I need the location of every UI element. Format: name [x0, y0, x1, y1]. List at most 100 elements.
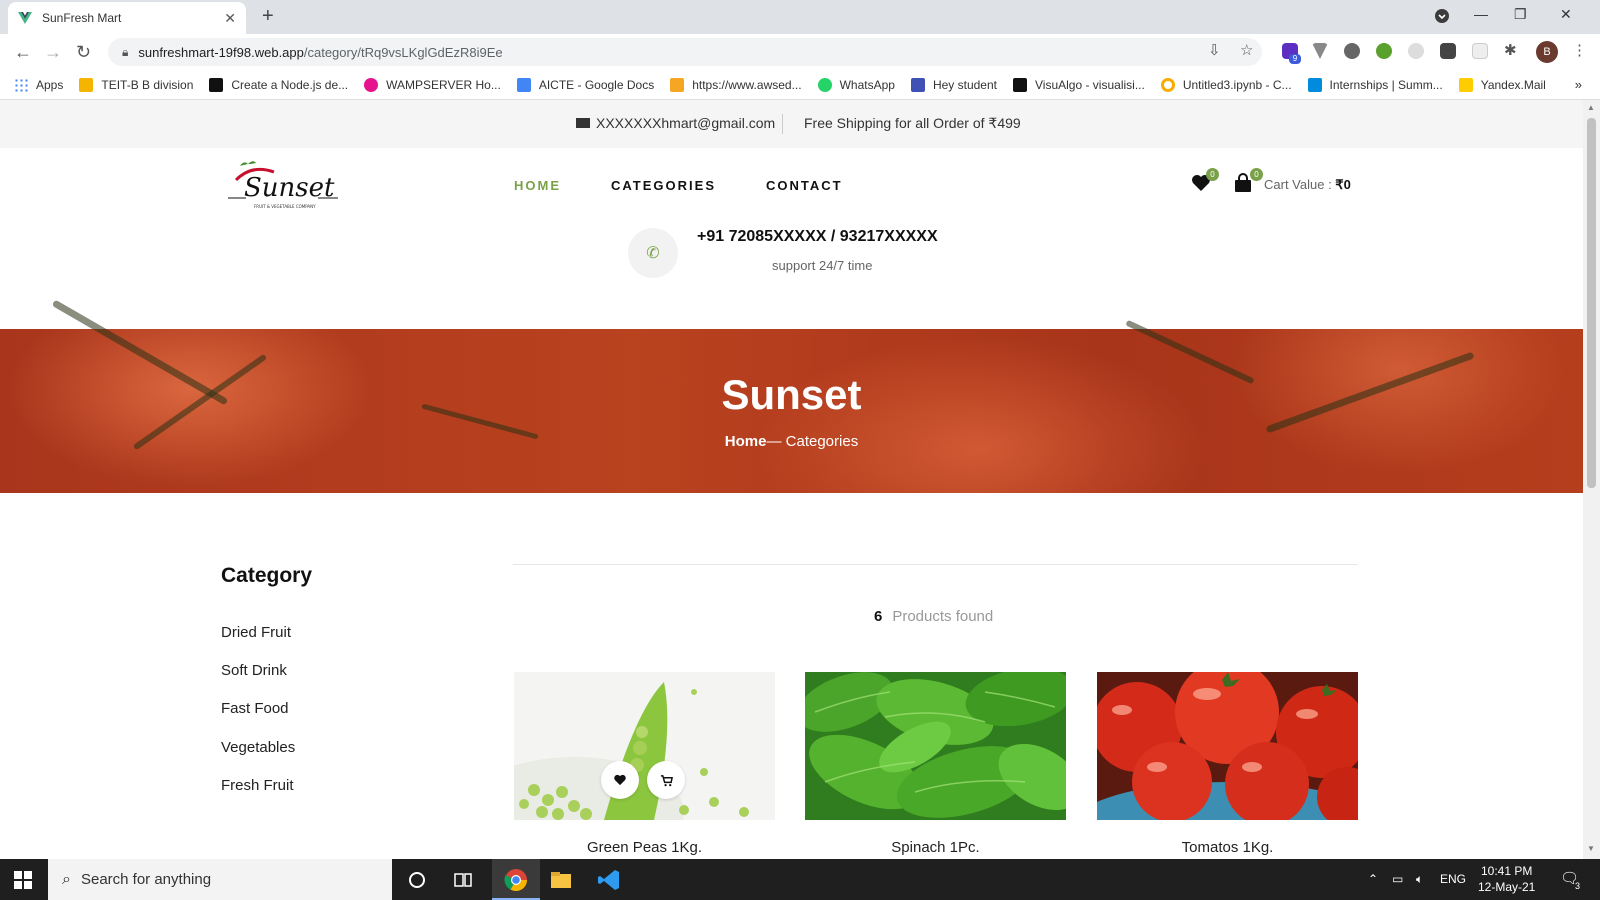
- cart-value[interactable]: Cart Value : ₹0: [1264, 177, 1351, 193]
- scrollbar-thumb[interactable]: [1587, 118, 1596, 488]
- bookmark-hey-student[interactable]: Hey student: [910, 77, 997, 92]
- hero-banner: Sunset Home— Categories: [0, 299, 1583, 493]
- bookmark-label: VisuAlgo - visualisi...: [1035, 77, 1145, 92]
- classroom-icon: [79, 77, 94, 92]
- bookmark-label: Yandex.Mail: [1480, 77, 1546, 92]
- main-nav: HOME CATEGORIES CONTACT: [514, 178, 893, 193]
- extensions-puzzle-icon[interactable]: ✱: [1504, 41, 1517, 59]
- site-logo[interactable]: Sunset FRUIT & VEGETABLE COMPANY: [222, 158, 342, 214]
- vscode-icon[interactable]: [596, 867, 622, 893]
- taskbar-chrome[interactable]: [492, 859, 540, 900]
- lock-icon: 🔒︎: [122, 44, 129, 59]
- bookmark-aicte[interactable]: AICTE - Google Docs: [516, 77, 654, 92]
- chrome-menu-icon[interactable]: ⋮: [1572, 41, 1587, 59]
- bookmark-internships[interactable]: Internships | Summ...: [1307, 77, 1443, 92]
- pen-extension-icon[interactable]: [1440, 43, 1456, 59]
- browser-tab[interactable]: SunFresh Mart ✕: [8, 2, 246, 34]
- blank-extension-icon[interactable]: [1472, 43, 1488, 59]
- profile-avatar[interactable]: B: [1536, 41, 1558, 63]
- bookmark-awsed[interactable]: https://www.awsed...: [670, 77, 802, 92]
- product-name[interactable]: Tomatos 1Kg.: [1097, 839, 1358, 856]
- url-path: /category/tRq9vsLKglGdEzR8i9Ee: [303, 44, 503, 60]
- contact-email-text: XXXXXXXhmart@gmail.com: [596, 115, 776, 131]
- tab-search-icon[interactable]: [1434, 8, 1450, 27]
- mail-icon: [1458, 77, 1473, 92]
- bookmark-star-icon[interactable]: ☆: [1240, 41, 1253, 59]
- top-info-bar: XXXXXXXhmart@gmail.com Free Shipping for…: [0, 100, 1583, 148]
- phone-icon: ✆: [628, 228, 678, 278]
- address-bar[interactable]: 🔒︎ sunfreshmart-19f98.web.app/category/t…: [108, 38, 1262, 66]
- clock-time: 10:41 PM: [1480, 864, 1533, 878]
- category-link-fast-food[interactable]: Fast Food: [221, 700, 289, 717]
- section-divider: [513, 564, 1358, 565]
- category-link-dried-fruit[interactable]: Dried Fruit: [221, 624, 291, 641]
- file-explorer-icon[interactable]: [548, 867, 574, 893]
- taskbar-clock[interactable]: 10:41 PM 12-May-21: [1478, 863, 1535, 895]
- codepen-icon: [209, 77, 224, 92]
- tray-overflow-icon[interactable]: ⌃: [1368, 872, 1378, 886]
- page-scrollbar[interactable]: ▲ ▼: [1583, 100, 1600, 859]
- breadcrumb: Home— Categories: [0, 433, 1583, 450]
- add-to-cart-button[interactable]: [647, 761, 685, 799]
- bookmark-label: Hey student: [932, 77, 997, 92]
- dark-mode-icon[interactable]: [1344, 43, 1360, 59]
- breadcrumb-home[interactable]: Home: [725, 433, 767, 450]
- network-icon[interactable]: ▭: [1392, 872, 1403, 886]
- category-link-fresh-fruit[interactable]: Fresh Fruit: [221, 777, 294, 794]
- nav-contact[interactable]: CONTACT: [766, 178, 843, 193]
- url-domain: sunfreshmart-19f98.web.app: [138, 44, 304, 60]
- restore-icon[interactable]: ❐: [1514, 6, 1527, 23]
- product-name[interactable]: Spinach 1Pc.: [805, 839, 1066, 856]
- bookmarks-overflow-icon[interactable]: »: [1575, 77, 1582, 92]
- browser-tab-strip: SunFresh Mart ✕ + — ❐ ✕: [0, 0, 1600, 34]
- windows-start-icon[interactable]: [14, 871, 32, 889]
- minimize-icon[interactable]: —: [1474, 6, 1488, 22]
- task-view-icon[interactable]: [450, 867, 476, 893]
- product-image-tomatoes[interactable]: [1097, 672, 1358, 820]
- reload-icon[interactable]: ↻: [76, 42, 91, 63]
- category-link-soft-drink[interactable]: Soft Drink: [221, 662, 287, 679]
- bookmark-yandex[interactable]: Yandex.Mail: [1458, 77, 1546, 92]
- back-icon[interactable]: ←: [14, 42, 32, 63]
- forward-icon[interactable]: →: [44, 42, 62, 63]
- shopping-cart-icon: [660, 774, 673, 786]
- bookmark-label: Internships | Summ...: [1329, 77, 1443, 92]
- bookmark-apps[interactable]: Apps: [14, 77, 63, 92]
- page-viewport: XXXXXXXhmart@gmail.com Free Shipping for…: [0, 100, 1583, 859]
- phone-number: +91 72085XXXXX / 93217XXXXX: [697, 228, 938, 245]
- bookmark-whatsapp[interactable]: WhatsApp: [817, 77, 895, 92]
- support-hours: support 24/7 time: [772, 258, 873, 273]
- window-close-icon[interactable]: ✕: [1560, 6, 1572, 23]
- bookmark-visualgo[interactable]: VisuAlgo - visualisi...: [1013, 77, 1145, 92]
- product-image-green-peas[interactable]: [514, 672, 775, 820]
- cart-badge: 0: [1250, 168, 1263, 181]
- nav-categories[interactable]: CATEGORIES: [611, 178, 716, 193]
- category-link-vegetables[interactable]: Vegetables: [221, 739, 295, 756]
- volume-icon[interactable]: 🔈︎: [1416, 872, 1423, 887]
- browser-toolbar: ← → ↻ 🔒︎ sunfreshmart-19f98.web.app/cate…: [0, 34, 1600, 70]
- tomatoes-photo: [1097, 672, 1358, 820]
- scroll-up-icon[interactable]: ▲: [1587, 103, 1595, 112]
- bookmark-teit[interactable]: TEIT-B B division: [79, 77, 193, 92]
- taskbar-search-box[interactable]: ⌕ Search for anything: [48, 859, 392, 900]
- add-extension-icon[interactable]: [1376, 43, 1392, 59]
- bookmark-colab[interactable]: Untitled3.ipynb - C...: [1160, 77, 1292, 92]
- tab-close-icon[interactable]: ✕: [224, 10, 236, 27]
- bookmark-wampserver[interactable]: WAMPSERVER Ho...: [364, 77, 501, 92]
- colab-icon: [1160, 77, 1175, 92]
- envelope-icon: [576, 118, 590, 128]
- vue-devtools-icon[interactable]: [1312, 43, 1328, 59]
- bookmark-nodejs[interactable]: Create a Node.js de...: [209, 77, 348, 92]
- windows-taskbar: ⌕ Search for anything ⌃ ▭ 🔈︎ ENG 10:41 P…: [0, 859, 1600, 900]
- scroll-down-icon[interactable]: ▼: [1587, 844, 1595, 853]
- cortana-icon[interactable]: [404, 867, 430, 893]
- add-to-wishlist-button[interactable]: [601, 761, 639, 799]
- new-tab-icon[interactable]: +: [262, 5, 274, 28]
- install-app-icon[interactable]: ⇩: [1208, 41, 1221, 59]
- product-name[interactable]: Green Peas 1Kg.: [514, 839, 775, 856]
- timer-extension-icon[interactable]: [1408, 43, 1424, 59]
- product-image-spinach[interactable]: [805, 672, 1066, 820]
- language-indicator[interactable]: ENG: [1440, 872, 1466, 886]
- wishlist-badge: 0: [1206, 168, 1219, 181]
- nav-home[interactable]: HOME: [514, 178, 561, 193]
